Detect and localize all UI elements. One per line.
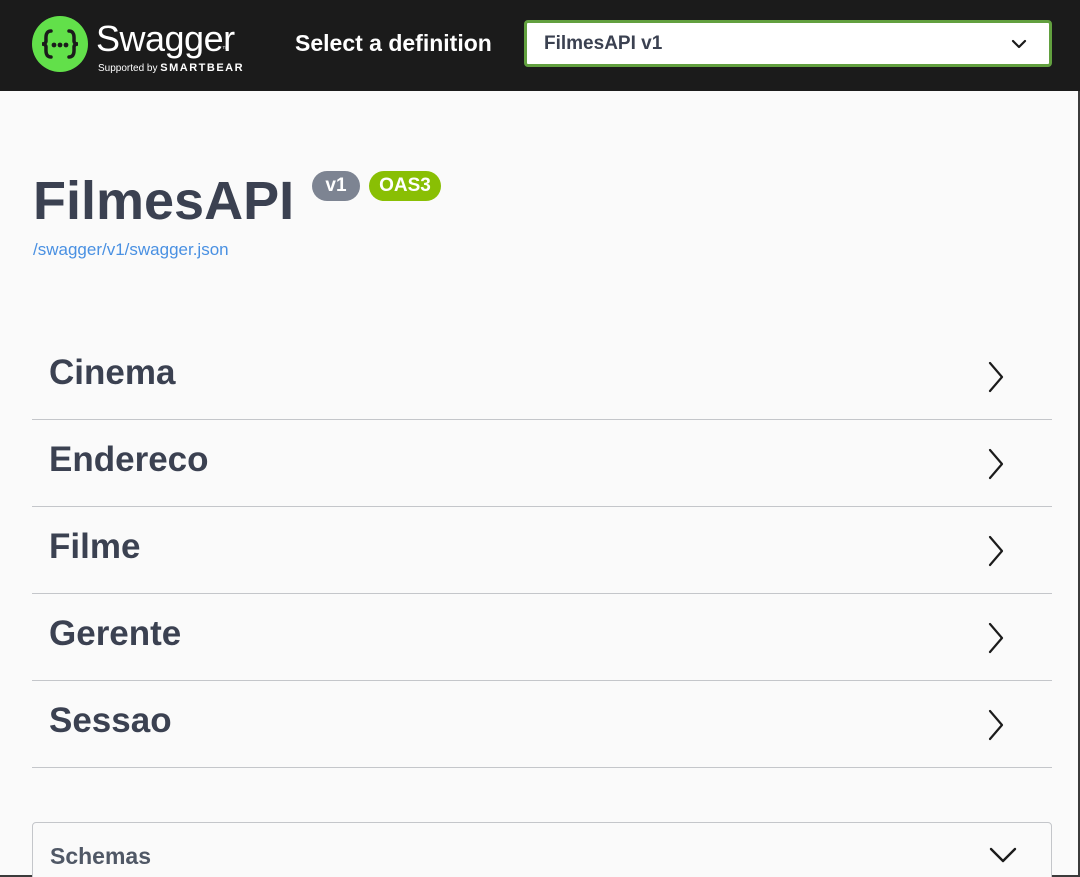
tag-section-filme[interactable]: Filme [32,507,1052,594]
swagger-braces-icon [32,16,88,72]
chevron-right-icon[interactable] [985,359,1007,400]
select-definition-label: Select a definition [295,30,492,56]
tag-name: Sessao [49,701,172,740]
tag-name: Gerente [49,614,182,653]
definition-select[interactable]: FilmesAPI v1 [524,20,1052,67]
chevron-down-icon [1011,37,1027,55]
swagger-logo[interactable]: Swagger ™ Supported by SMARTBEAR [32,14,262,76]
chevron-right-icon[interactable] [985,446,1007,487]
version-badge: v1 [312,171,360,201]
spec-json-link[interactable]: /swagger/v1/swagger.json [33,240,229,260]
chevron-down-icon[interactable] [988,845,1018,870]
logo-tagline: Supported by SMARTBEAR [98,62,244,74]
tag-name: Cinema [49,353,176,392]
oas-badge: OAS3 [369,171,441,201]
logo-wordmark: Swagger [96,18,235,59]
tag-name: Filme [49,527,141,566]
logo-supported-by: Supported by [98,63,158,74]
chevron-right-icon[interactable] [985,620,1007,661]
topbar: Swagger ™ Supported by SMARTBEAR Select … [0,0,1080,91]
tag-name: Endereco [49,440,209,479]
definition-select-value: FilmesAPI v1 [544,33,663,54]
tag-section-gerente[interactable]: Gerente [32,594,1052,681]
chevron-right-icon[interactable] [985,707,1007,748]
tag-section-cinema[interactable]: Cinema [32,333,1052,420]
chevron-right-icon[interactable] [985,533,1007,574]
logo-company: SMARTBEAR [160,62,245,74]
logo-trademark: ™ [222,46,229,53]
tag-section-endereco[interactable]: Endereco [32,420,1052,507]
schemas-title: Schemas [50,843,152,869]
schemas-section[interactable]: Schemas [32,822,1052,877]
tag-section-sessao[interactable]: Sessao [32,681,1052,768]
page-title: FilmesAPI [33,171,295,231]
